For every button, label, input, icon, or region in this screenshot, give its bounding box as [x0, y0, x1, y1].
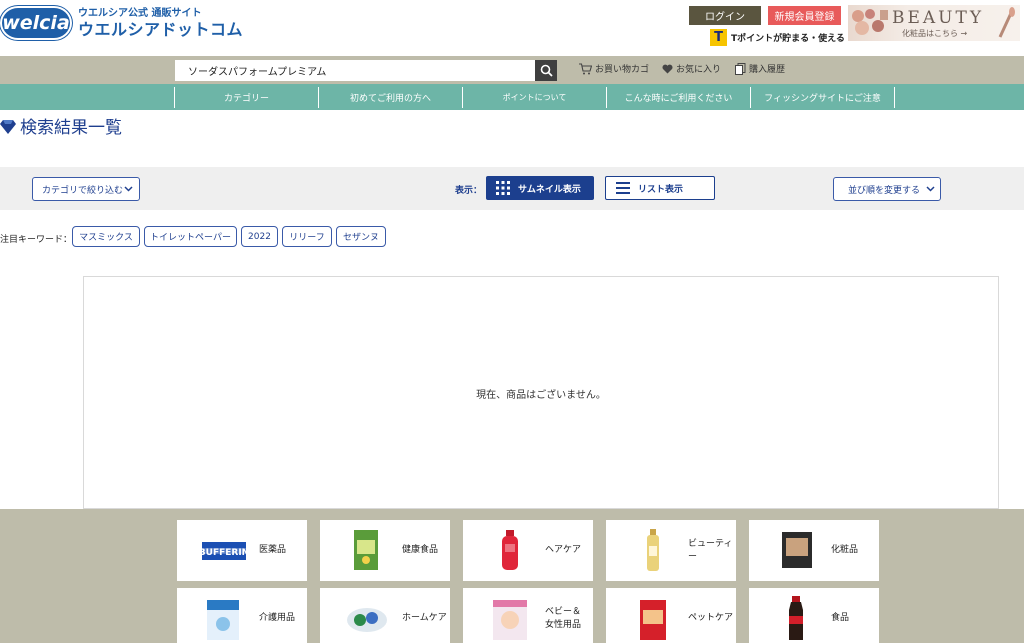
home-care-icon	[347, 608, 387, 632]
cosmetics-palette-icon	[852, 9, 888, 35]
tpoint-link[interactable]: T Tポイントが貯まる・使える	[710, 29, 845, 46]
logo-subtitle: ウエルシア公式 通販サイト	[78, 7, 202, 19]
beauty-subtitle: 化粧品はこちら →	[902, 29, 968, 38]
svg-text:BUFFERIN: BUFFERIN	[199, 548, 249, 558]
nav-item-usage[interactable]: こんな時にご利用ください	[606, 87, 750, 108]
favorites-label: お気に入り	[676, 65, 722, 75]
makeup-brush-icon	[998, 7, 1015, 38]
diamond-icon	[0, 119, 16, 134]
list-view-button[interactable]: リスト表示	[605, 176, 715, 200]
category-pet-care[interactable]: ペットケア	[606, 588, 736, 643]
category-label: ヘアケア	[545, 545, 582, 555]
category-health-food[interactable]: 健康食品	[320, 520, 450, 581]
main-nav: カテゴリー 初めてご利用の方へ ポイントについて こんな時にご利用ください フィ…	[0, 84, 1024, 110]
search-icon	[540, 64, 553, 77]
grid-icon	[496, 181, 510, 195]
nav-item-phishing[interactable]: フィッシングサイトにご注意	[750, 87, 894, 108]
beauty-title: BEAUTY	[892, 8, 985, 28]
category-filter-label: カテゴリで絞り込む	[42, 185, 124, 196]
category-label: 化粧品	[831, 545, 859, 555]
category-baby[interactable]: ベビー＆ 女性用品	[463, 588, 593, 643]
category-label: 医薬品	[259, 545, 287, 555]
baby-icon	[493, 600, 527, 640]
cosmetics-icon	[782, 532, 812, 568]
health-food-icon	[354, 530, 378, 570]
site-logo[interactable]: welcia ウエルシア公式 通販サイト ウエルシアドットコム	[0, 6, 243, 40]
category-footer: BUFFERIN 医薬品 健康食品 ヘアケア ビューティー 化粧品 介護用品 ホ…	[0, 509, 1024, 643]
category-home-care[interactable]: ホームケア	[320, 588, 450, 643]
category-label: 食品	[831, 613, 850, 623]
page-title: 検索結果一覧	[0, 113, 122, 138]
pet-care-icon	[640, 600, 666, 640]
keyword-tag[interactable]: リリーフ	[282, 226, 332, 247]
sort-label: 並び順を変更する	[848, 185, 921, 196]
keyword-tag[interactable]: マスミックス	[72, 226, 140, 247]
login-button[interactable]: ログイン	[689, 6, 761, 25]
keywords-label: 注目キーワード：	[0, 235, 73, 245]
food-icon	[789, 596, 803, 640]
beauty-icon	[647, 529, 659, 571]
history-label: 購入履歴	[749, 65, 786, 75]
category-filter-select[interactable]: カテゴリで絞り込む	[32, 177, 140, 201]
nav-item-category[interactable]: カテゴリー	[174, 87, 318, 108]
search-bar: ソーダスパフォームプレミアム お買い物カゴ お気に入り 購入履歴	[0, 56, 1024, 84]
document-icon	[735, 62, 746, 75]
chevron-down-icon	[124, 186, 133, 192]
nursing-care-icon	[207, 600, 239, 640]
category-label: ベビー＆ 女性用品	[545, 606, 582, 630]
empty-results-message: 現在、商品はございません。	[476, 390, 606, 401]
keyword-tag[interactable]: 2022	[241, 226, 278, 247]
page-title-text: 検索結果一覧	[20, 118, 122, 138]
results-toolbar: カテゴリで絞り込む 表示： サムネイル表示 リスト表示 並び順を変更する	[0, 167, 1024, 210]
category-food[interactable]: 食品	[749, 588, 879, 643]
list-icon	[616, 182, 630, 194]
category-label: ホームケア	[402, 613, 447, 623]
register-button[interactable]: 新規会員登録	[768, 6, 841, 25]
category-haircare[interactable]: ヘアケア	[463, 520, 593, 581]
haircare-icon	[502, 530, 518, 570]
category-beauty[interactable]: ビューティー	[606, 520, 736, 581]
nav-divider	[894, 87, 895, 108]
tpoint-icon: T	[710, 29, 727, 46]
chevron-down-icon	[926, 186, 935, 192]
results-area: 現在、商品はございません。	[83, 276, 999, 509]
beauty-banner[interactable]: BEAUTY 化粧品はこちら →	[848, 5, 1020, 41]
thumbnail-view-button[interactable]: サムネイル表示	[486, 176, 594, 200]
cart-link[interactable]: お買い物カゴ	[579, 62, 649, 75]
category-label: 健康食品	[402, 545, 439, 555]
category-label: ビューティー	[688, 538, 733, 562]
keyword-tag[interactable]: トイレットペーパー	[144, 226, 237, 247]
category-nursing-care[interactable]: 介護用品	[177, 588, 307, 643]
sort-select[interactable]: 並び順を変更する	[833, 177, 941, 201]
category-medicine[interactable]: BUFFERIN 医薬品	[177, 520, 307, 581]
heart-icon	[662, 64, 673, 73]
category-label: ペットケア	[688, 613, 734, 623]
nav-item-points[interactable]: ポイントについて	[462, 87, 606, 108]
search-input[interactable]: ソーダスパフォームプレミアム	[175, 60, 535, 81]
history-link[interactable]: 購入履歴	[735, 62, 785, 75]
cart-icon	[579, 62, 592, 74]
logo-badge: welcia	[0, 6, 72, 40]
site-header: welcia ウエルシア公式 通販サイト ウエルシアドットコム ログイン 新規会…	[0, 0, 1024, 56]
nav-item-first-time[interactable]: 初めてご利用の方へ	[318, 87, 462, 108]
keyword-tag[interactable]: セザンヌ	[336, 226, 386, 247]
search-button[interactable]	[535, 60, 557, 81]
thumbnail-view-label: サムネイル表示	[518, 184, 581, 195]
favorites-link[interactable]: お気に入り	[662, 62, 721, 75]
category-label: 介護用品	[259, 613, 296, 623]
tpoint-text: Tポイントが貯まる・使える	[731, 34, 845, 44]
medicine-icon: BUFFERIN	[199, 542, 249, 560]
logo-title: ウエルシアドットコム	[78, 19, 244, 39]
cart-label: お買い物カゴ	[595, 65, 650, 75]
view-mode-label: 表示：	[455, 186, 483, 196]
category-cosmetics[interactable]: 化粧品	[749, 520, 879, 581]
list-view-label: リスト表示	[638, 184, 684, 195]
